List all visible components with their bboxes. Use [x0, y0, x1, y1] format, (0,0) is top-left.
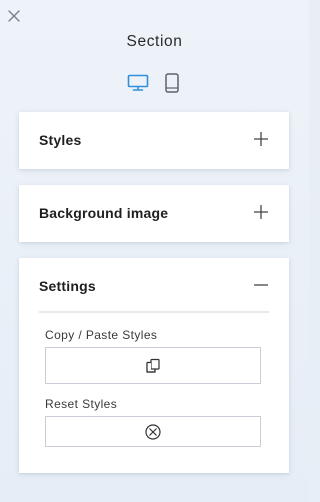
styles-section: Styles — [19, 112, 289, 169]
close-button[interactable] — [6, 8, 22, 24]
settings-section-header[interactable]: Settings — [19, 258, 289, 315]
close-icon — [8, 10, 20, 22]
mobile-view-button[interactable] — [160, 73, 184, 93]
plus-icon[interactable] — [253, 131, 269, 147]
settings-section-title: Settings — [39, 278, 96, 294]
mobile-icon — [165, 73, 179, 93]
settings-section: Settings Copy / Paste Styles Reset Style… — [19, 258, 289, 473]
copy-paste-styles-label: Copy / Paste Styles — [45, 328, 158, 342]
copy-paste-icon — [146, 358, 160, 373]
section-settings-panel: Section Styles Background image Settings… — [0, 0, 309, 502]
reset-styles-button[interactable] — [45, 416, 261, 447]
background-image-section-title: Background image — [39, 205, 169, 221]
device-toggle — [126, 73, 184, 93]
settings-divider — [39, 311, 269, 313]
panel-title: Section — [126, 33, 183, 50]
plus-icon[interactable] — [253, 204, 269, 220]
copy-paste-styles-button[interactable] — [45, 347, 261, 384]
desktop-icon — [127, 74, 149, 91]
desktop-view-button[interactable] — [126, 73, 150, 93]
background-image-section: Background image — [19, 185, 289, 242]
minus-icon[interactable] — [253, 277, 269, 293]
styles-section-header[interactable]: Styles — [19, 112, 289, 169]
reset-icon — [145, 423, 161, 440]
styles-section-title: Styles — [39, 132, 82, 148]
background-image-section-header[interactable]: Background image — [19, 185, 289, 242]
reset-styles-label: Reset Styles — [45, 397, 118, 411]
